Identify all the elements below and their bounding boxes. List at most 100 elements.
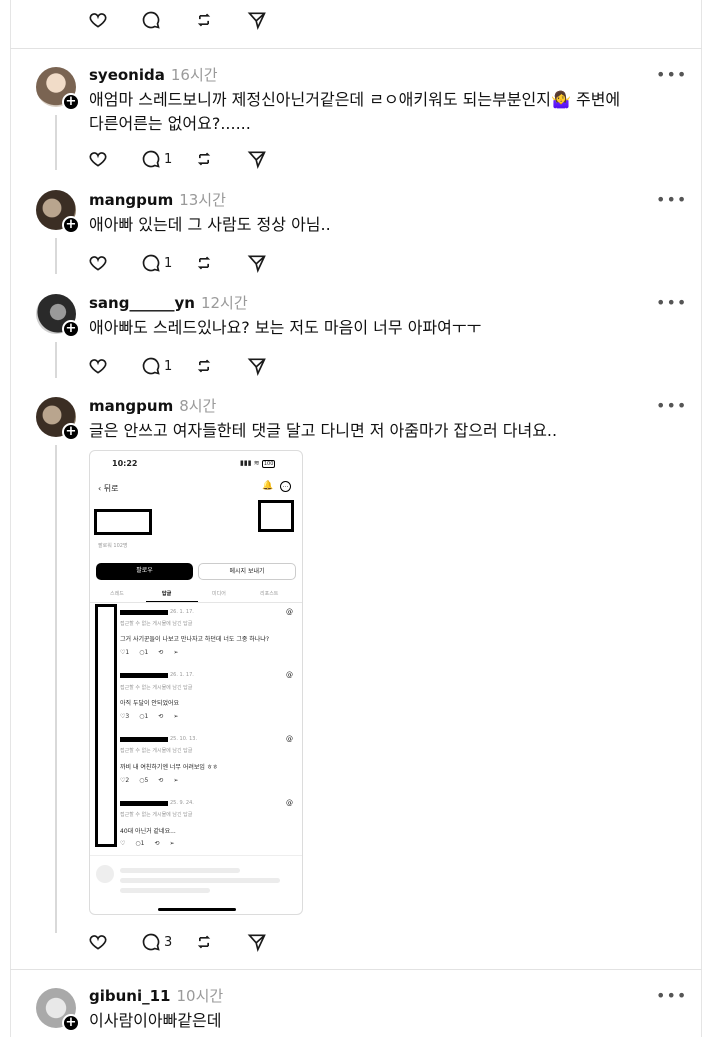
reply-context: 접근할 수 없는 게시물에 남긴 답글 — [120, 685, 193, 691]
post-author[interactable]: gibuni_11 10시간 — [89, 985, 223, 1006]
avatar[interactable]: + — [36, 67, 80, 111]
repost-button[interactable] — [194, 252, 247, 274]
username[interactable]: gibuni_11 — [89, 987, 171, 1005]
follow-plus-icon[interactable]: + — [62, 1014, 80, 1032]
like-button[interactable] — [88, 9, 141, 31]
reply-actions: ♡3 ○1 ⟲ ➢ — [120, 713, 179, 720]
post-author[interactable]: mangpum 13시간 — [89, 189, 226, 210]
repost-icon — [194, 356, 214, 376]
post-actions: 1 — [88, 148, 300, 170]
send-icon — [247, 10, 267, 30]
thread-line — [55, 238, 57, 274]
home-indicator — [158, 908, 236, 911]
post-divider — [10, 48, 702, 49]
more-options-icon[interactable]: ••• — [656, 396, 687, 415]
repost-icon — [194, 932, 214, 952]
post-actions: 1 — [88, 252, 300, 274]
reply-count: 3 — [164, 934, 173, 950]
like-button[interactable] — [88, 355, 141, 377]
share-button[interactable] — [247, 148, 300, 170]
more-options-icon[interactable]: ••• — [656, 986, 687, 1005]
redaction-bar — [120, 737, 168, 742]
reply-context: 접근할 수 없는 게시물에 남긴 답글 — [120, 812, 193, 818]
more-options-icon[interactable]: ••• — [656, 190, 687, 209]
username[interactable]: mangpum — [89, 191, 173, 209]
follow-button: 팔로우 — [96, 563, 193, 580]
reply-button[interactable] — [141, 9, 194, 31]
reply-date: 26. 1. 17. — [170, 672, 194, 678]
back-nav: ‹ 뒤로 — [98, 484, 119, 493]
avatar[interactable]: + — [36, 190, 80, 234]
bell-icon: 🔔 — [262, 481, 274, 491]
timestamp: 13시간 — [179, 191, 226, 209]
tab-reposts: 리포스트 — [260, 591, 279, 597]
post-actions: 1 — [88, 355, 300, 377]
repost-button[interactable] — [194, 355, 247, 377]
follow-plus-icon[interactable]: + — [62, 93, 80, 111]
battery-icon: 100 — [261, 460, 276, 468]
like-button[interactable] — [88, 252, 141, 274]
reply-button[interactable]: 1 — [141, 148, 194, 170]
reply-text: 까비 내 여친하기엔 너무 어려보임 ㅎㅎ — [120, 764, 218, 771]
blurred-line — [120, 888, 210, 893]
avatar[interactable]: + — [36, 988, 80, 1032]
threads-logo-icon: @ — [286, 735, 293, 743]
heart-icon — [88, 149, 108, 169]
follower-count: 팔로워 102명 — [98, 543, 128, 549]
reply-count: 1 — [164, 358, 173, 374]
reply-context: 접근할 수 없는 게시물에 남긴 답글 — [120, 748, 193, 754]
username[interactable]: syeonida — [89, 66, 165, 84]
reply-actions: ♡ ○1 ⟲ ➢ — [120, 840, 175, 847]
redaction-bar — [120, 801, 168, 806]
tab-media: 미디어 — [212, 591, 226, 597]
heart-icon — [88, 10, 108, 30]
avatar[interactable]: + — [36, 397, 80, 441]
reply-actions: ♡2 ○5 ⟲ ➢ — [120, 777, 179, 784]
reply-context: 접근할 수 없는 게시물에 남긴 답글 — [120, 621, 193, 627]
threads-logo-icon: @ — [286, 799, 293, 807]
post-author[interactable]: sang______yn 12시간 — [89, 292, 248, 313]
emoji: 🤷‍♀️ — [550, 90, 571, 109]
reply-button[interactable]: 1 — [141, 252, 194, 274]
tab-replies: 답글 — [162, 591, 172, 597]
threads-logo-icon: @ — [286, 671, 293, 679]
follow-plus-icon[interactable]: + — [62, 216, 80, 234]
redaction-box — [94, 509, 152, 535]
follow-plus-icon[interactable]: + — [62, 423, 80, 441]
share-button[interactable] — [247, 252, 300, 274]
attached-screenshot-image[interactable]: 10:22 ▮▮▮ ≋ 100 ‹ 뒤로 🔔 … 팔로워 102명 팔로우 메시… — [89, 450, 303, 915]
reply-button[interactable]: 3 — [141, 931, 194, 953]
more-options-icon[interactable]: ••• — [656, 65, 687, 84]
repost-button[interactable] — [194, 931, 247, 953]
more-options-icon[interactable]: ••• — [656, 293, 687, 312]
like-button[interactable] — [88, 931, 141, 953]
thread-line — [55, 342, 57, 378]
post-text: 글은 안쓰고 여자들한테 댓글 달고 다니면 저 아줌마가 잡으러 다녀요.. — [89, 421, 558, 440]
username[interactable]: mangpum — [89, 397, 173, 415]
heart-icon — [88, 356, 108, 376]
thread-line — [55, 115, 57, 170]
timestamp: 10시간 — [176, 987, 224, 1005]
post-author[interactable]: mangpum 8시간 — [89, 395, 216, 416]
blurred-line — [120, 878, 280, 883]
follow-plus-icon[interactable]: + — [62, 320, 80, 338]
post-author[interactable]: syeonida 16시간 — [89, 64, 218, 85]
username[interactable]: sang______yn — [89, 294, 195, 312]
send-icon — [247, 932, 267, 952]
share-button[interactable] — [247, 9, 300, 31]
share-button[interactable] — [247, 355, 300, 377]
tab-divider — [90, 602, 302, 603]
post-text: 애아빠도 스레드있나요? 보는 저도 마음이 너무 아파여ㅜㅜ — [89, 318, 482, 337]
reply-text: 40대 아닌거 같네요... — [120, 828, 176, 835]
comment-icon — [141, 356, 161, 376]
share-button[interactable] — [247, 931, 300, 953]
send-icon — [247, 253, 267, 273]
repost-button[interactable] — [194, 148, 247, 170]
reply-button[interactable]: 1 — [141, 355, 194, 377]
reply-date: 25. 9. 24. — [170, 800, 194, 806]
avatar[interactable]: + — [36, 294, 80, 338]
repost-button[interactable] — [194, 9, 247, 31]
more-circle-icon: … — [280, 481, 291, 492]
redaction-bar — [120, 610, 168, 615]
like-button[interactable] — [88, 148, 141, 170]
